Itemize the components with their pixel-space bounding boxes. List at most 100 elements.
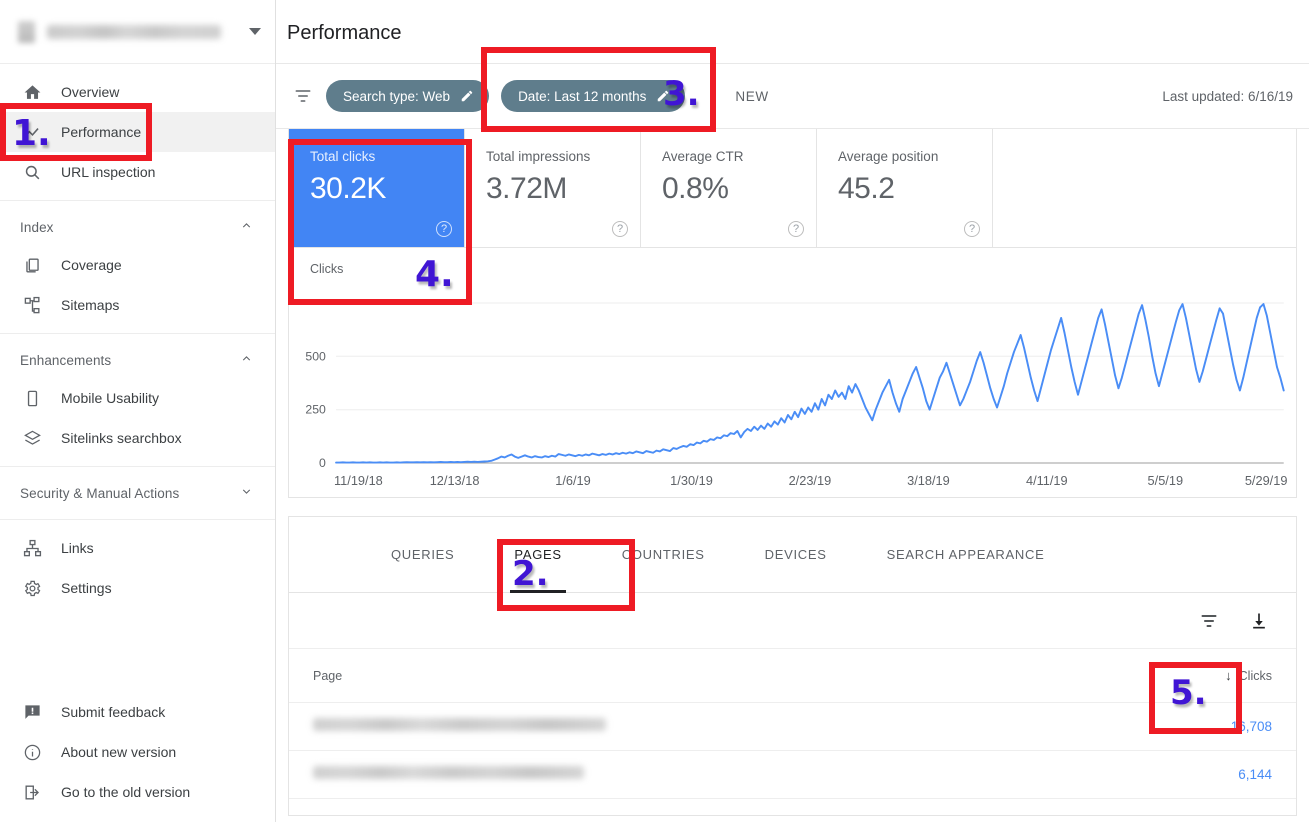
help-icon[interactable]: ? [788,221,804,237]
arrow-down-icon: ↓ [1225,668,1232,683]
layers-icon [22,428,43,449]
metric-card-total-clicks[interactable]: Total clicks 30.2K ? [289,129,465,247]
sidebar-group-title: Security & Manual Actions [20,485,180,501]
tab-devices[interactable]: DEVICES [735,517,857,593]
svg-text:2/23/19: 2/23/19 [789,474,832,488]
sidebar-item-links[interactable]: Links [0,528,275,568]
sidebar-item-label: Coverage [61,257,122,273]
svg-text:1/30/19: 1/30/19 [670,474,713,488]
sidebar-item-label: Sitemaps [61,297,120,313]
table-toolbar [289,593,1296,649]
table-column-page[interactable]: Page [289,669,1126,683]
svg-text:11/19/18: 11/19/18 [334,474,383,488]
legend-label-clicks: Clicks [310,261,344,276]
metric-value: 3.72M [486,172,567,205]
performance-card-wrapper: Total clicks 30.2K ? Total impressions 3… [276,129,1309,498]
sidebar-item-sitemaps[interactable]: Sitemaps [0,285,275,325]
tab-countries[interactable]: COUNTRIES [592,517,735,593]
chevron-up-icon[interactable] [240,219,253,235]
svg-text:5/5/19: 5/5/19 [1148,474,1184,488]
dimension-tabs: QUERIES PAGES COUNTRIES DEVICES SEARCH A… [289,517,1296,593]
sidebar-item-url-inspection[interactable]: URL inspection [0,152,275,192]
download-icon[interactable] [1248,610,1270,632]
sidebar-footer: Submit feedback About new version Go to … [0,692,275,812]
chip-date-range[interactable]: Date: Last 12 months [501,80,686,112]
sitemap-icon [22,295,43,316]
metric-card-average-ctr[interactable]: Average CTR 0.8% ? [641,129,817,247]
info-icon [22,742,43,763]
sidebar-item-old-version[interactable]: Go to the old version [0,772,275,812]
sidebar-item-label: Performance [61,124,142,140]
svg-text:0: 0 [319,456,326,470]
help-icon[interactable]: ? [612,221,628,237]
page-url: https://www.example-site.com/free-excel-… [313,765,584,779]
svg-text:5/29/19: 5/29/19 [1245,474,1288,488]
pencil-icon[interactable] [656,89,670,103]
tab-search-appearance[interactable]: SEARCH APPEARANCE [857,517,1075,593]
table-cell-clicks: 16,708 [1230,719,1272,734]
links-icon [22,538,43,559]
sidebar-item-submit-feedback[interactable]: Submit feedback [0,692,275,732]
search-console-app: https://www.example-site.com/ Overview P… [0,0,1309,822]
tab-pages[interactable]: PAGES [484,517,591,593]
chip-label: Date: Last 12 months [518,88,647,104]
property-avatar-icon [18,20,35,43]
sidebar-group-title: Index [20,219,54,235]
pages-icon [22,255,43,276]
tab-queries[interactable]: QUERIES [361,517,484,593]
svg-text:12/13/18: 12/13/18 [430,474,480,488]
metric-label: Average CTR [662,149,744,164]
sidebar-item-coverage[interactable]: Coverage [0,245,275,285]
sidebar-item-settings[interactable]: Settings [0,568,275,608]
svg-text:3/18/19: 3/18/19 [907,474,950,488]
sidebar-group-title: Enhancements [20,352,112,368]
chevron-down-icon[interactable] [249,28,261,35]
chevron-up-icon[interactable] [240,352,253,368]
metric-label: Average position [838,149,939,164]
sidebar-item-label: About new version [61,744,177,760]
svg-text:1/6/19: 1/6/19 [555,474,591,488]
gear-icon [22,578,43,599]
sidebar-item-mobile-usability[interactable]: Mobile Usability [0,378,275,418]
sidebar-item-label: Overview [61,84,120,100]
performance-icon [22,122,43,143]
help-icon[interactable]: ? [964,221,980,237]
chart-legend: Clicks [289,247,1296,289]
new-filter-button[interactable]: NEW [727,83,776,110]
page-url: https://www.example-site.com/google-shee… [313,717,607,731]
table-cell-page: https://www.example-site.com/google-shee… [289,717,1126,736]
sidebar-item-overview[interactable]: Overview [0,72,275,112]
metric-card-average-position[interactable]: Average position 45.2 ? [817,129,993,247]
sidebar-item-sitelinks-searchbox[interactable]: Sitelinks searchbox [0,418,275,458]
help-icon[interactable]: ? [436,221,452,237]
clicks-line-chart: 0 250 500 11/19/18 12/13/18 1/6/19 1/30/19 2/23… [289,289,1296,497]
main-content: Performance Search type: Web Date: Last … [276,0,1309,822]
sidebar-item-label: Go to the old version [61,784,191,800]
filter-icon[interactable] [1198,610,1220,632]
sidebar-item-performance[interactable]: Performance [0,112,275,152]
chip-search-type[interactable]: Search type: Web [326,80,490,112]
pencil-icon[interactable] [460,89,474,103]
sidebar: https://www.example-site.com/ Overview P… [0,0,276,822]
property-selector[interactable]: https://www.example-site.com/ [0,0,275,64]
chip-label: Search type: Web [343,88,451,104]
svg-text:500: 500 [305,349,326,363]
filter-icon[interactable] [292,85,314,107]
table-column-clicks-sort[interactable]: ↓ Clicks [1126,668,1296,683]
table-row[interactable]: https://www.example-site.com/free-excel-… [289,751,1296,799]
sidebar-group-enhancements: Enhancements Mobile Usability Sitelinks … [0,333,275,466]
metric-label: Total clicks [310,149,376,164]
sidebar-group-header-enhancements[interactable]: Enhancements [0,342,275,378]
performance-chart-card: Total clicks 30.2K ? Total impressions 3… [288,129,1297,498]
svg-text:4/11/19: 4/11/19 [1026,474,1068,488]
sidebar-group-header-security[interactable]: Security & Manual Actions [0,475,275,511]
metric-value: 45.2 [838,172,895,205]
sidebar-item-label: Mobile Usability [61,390,160,406]
sidebar-group-header-index[interactable]: Index [0,209,275,245]
sidebar-item-label: Submit feedback [61,704,166,720]
chevron-down-icon[interactable] [240,485,253,501]
sidebar-group-index: Index Coverage Sitemaps [0,200,275,333]
metric-card-total-impressions[interactable]: Total impressions 3.72M ? [465,129,641,247]
table-row[interactable]: https://www.example-site.com/google-shee… [289,703,1296,751]
sidebar-item-about-new-version[interactable]: About new version [0,732,275,772]
